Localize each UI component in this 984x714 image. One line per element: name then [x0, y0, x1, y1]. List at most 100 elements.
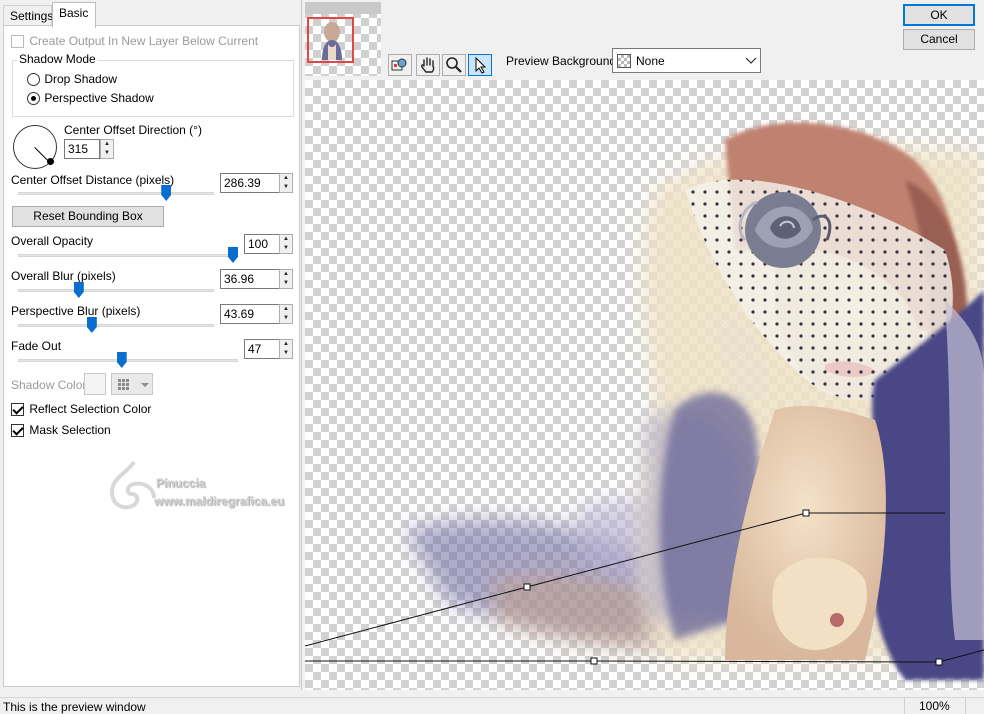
mask-selection-label: Mask Selection	[29, 423, 111, 437]
status-text: This is the preview window	[3, 700, 146, 714]
watermark-name: Pinuccia	[156, 476, 206, 490]
shadow-color-swatch[interactable]	[84, 373, 106, 395]
spin-down-icon[interactable]: ▼	[280, 314, 292, 323]
create-output-row[interactable]: Create Output In New Layer Below Current	[11, 34, 259, 49]
tab-basic[interactable]: Basic	[52, 2, 96, 28]
spin-up-icon[interactable]: ▲	[280, 270, 292, 279]
drop-shadow-radio[interactable]	[27, 73, 40, 87]
overall-blur-spinner[interactable]: ▲ ▼	[279, 269, 293, 289]
perspective-blur-field[interactable]	[220, 304, 280, 324]
overall-opacity-field[interactable]	[244, 234, 280, 254]
center-offset-direction-spinner[interactable]: ▲ ▼	[100, 139, 114, 159]
cancel-button[interactable]: Cancel	[903, 29, 975, 50]
center-offset-distance-slider[interactable]	[161, 185, 172, 201]
navigate-icon	[391, 58, 407, 71]
overall-blur-field[interactable]	[220, 269, 280, 289]
perspective-blur-spinner[interactable]: ▲ ▼	[279, 304, 293, 324]
reflect-selection-color-checkbox[interactable]	[11, 403, 24, 417]
center-offset-direction-label: Center Offset Direction (°)	[64, 123, 202, 137]
drop-shadow-label: Drop Shadow	[44, 72, 118, 86]
center-offset-distance-field[interactable]	[220, 173, 280, 193]
direction-dial[interactable]	[13, 125, 57, 169]
spin-down-icon[interactable]: ▼	[280, 279, 292, 288]
ok-button[interactable]: OK	[903, 4, 975, 26]
fade-out-track[interactable]	[18, 359, 238, 362]
center-offset-distance-spinner[interactable]: ▲ ▼	[279, 173, 293, 193]
settings-panel: Settings Basic Create Output In New Laye…	[0, 0, 302, 690]
pointer-tool-button[interactable]	[468, 54, 492, 76]
palette-grid-icon	[118, 379, 149, 390]
spin-down-icon[interactable]: ▼	[101, 149, 113, 158]
fade-out-field[interactable]	[244, 339, 280, 359]
overall-opacity-input[interactable]	[245, 235, 279, 253]
overall-opacity-spinner[interactable]: ▲ ▼	[279, 234, 293, 254]
preview-background-value: None	[636, 54, 665, 68]
spin-up-icon[interactable]: ▲	[101, 140, 113, 149]
overall-blur-slider[interactable]	[73, 282, 84, 298]
chevron-down-icon	[745, 57, 757, 64]
navigator-thumbnail-top	[305, 2, 381, 14]
reflect-selection-color-label: Reflect Selection Color	[29, 402, 152, 416]
overall-blur-input[interactable]	[221, 270, 279, 288]
mask-selection-row[interactable]: Mask Selection	[11, 423, 111, 438]
watermark-url: www.maldiregrafica.eu	[154, 494, 285, 508]
perspective-blur-input[interactable]	[221, 305, 279, 323]
magnifier-icon	[446, 57, 462, 73]
zoom-tool-button[interactable]	[442, 54, 466, 76]
zoom-level: 100%	[919, 699, 950, 713]
spin-up-icon[interactable]: ▲	[280, 235, 292, 244]
reflect-selection-color-row[interactable]: Reflect Selection Color	[11, 402, 152, 417]
center-offset-direction-field[interactable]	[64, 139, 100, 159]
background-swatch-icon	[617, 54, 631, 68]
overall-blur-label: Overall Blur (pixels)	[11, 269, 116, 283]
shadow-mode-title: Shadow Mode	[17, 52, 98, 66]
spin-up-icon[interactable]: ▲	[280, 305, 292, 314]
radio-drop-shadow[interactable]: Drop Shadow	[27, 72, 118, 87]
watermark: Pinuccia www.maldiregrafica.eu	[104, 456, 314, 516]
perspective-shadow-label: Perspective Shadow	[44, 91, 154, 105]
hand-icon	[421, 57, 435, 73]
spin-down-icon[interactable]: ▼	[280, 244, 292, 253]
spin-down-icon[interactable]: ▼	[280, 183, 292, 192]
create-output-checkbox[interactable]	[11, 35, 24, 49]
pointer-arrow-icon	[475, 56, 487, 74]
status-zoom: 100%	[904, 697, 966, 714]
overall-opacity-label: Overall Opacity	[11, 234, 94, 248]
overall-blur-track[interactable]	[18, 289, 214, 292]
fade-out-label: Fade Out	[11, 339, 62, 353]
navigator-viewport-frame[interactable]	[307, 17, 354, 63]
perspective-blur-slider[interactable]	[86, 317, 97, 333]
preview-background-select[interactable]: None	[612, 48, 761, 73]
overall-opacity-track[interactable]	[18, 254, 238, 257]
preview-image	[305, 122, 984, 680]
reset-bounding-box-button[interactable]: Reset Bounding Box	[12, 206, 164, 227]
preview-background-label: Preview Background:	[506, 54, 620, 68]
fade-out-slider[interactable]	[116, 352, 127, 368]
center-offset-distance-label: Center Offset Distance (pixels)	[11, 173, 175, 187]
center-offset-distance-track[interactable]	[18, 192, 214, 195]
spin-up-icon[interactable]: ▲	[280, 174, 292, 183]
basic-tab-content: Create Output In New Layer Below Current…	[3, 25, 300, 687]
radio-perspective-shadow[interactable]: Perspective Shadow	[27, 91, 154, 106]
shadow-color-picker-button[interactable]	[111, 373, 153, 395]
center-offset-direction-input[interactable]	[65, 140, 99, 158]
tab-settings[interactable]: Settings	[3, 5, 53, 27]
mask-selection-checkbox[interactable]	[11, 424, 24, 438]
center-offset-distance-input[interactable]	[221, 174, 279, 192]
spin-down-icon[interactable]: ▼	[280, 349, 292, 358]
shadow-color-label: Shadow Color	[11, 378, 87, 392]
perspective-blur-label: Perspective Blur (pixels)	[11, 304, 141, 318]
perspective-shadow-radio[interactable]	[27, 92, 40, 106]
pan-zoom-tool-button[interactable]	[388, 54, 412, 76]
fade-out-spinner[interactable]: ▲ ▼	[279, 339, 293, 359]
spin-up-icon[interactable]: ▲	[280, 340, 292, 349]
perspective-blur-track[interactable]	[18, 324, 214, 327]
shadow-mode-group	[12, 60, 294, 117]
create-output-label: Create Output In New Layer Below Current	[29, 34, 259, 48]
overall-opacity-slider[interactable]	[228, 247, 238, 263]
hand-tool-button[interactable]	[416, 54, 440, 76]
fade-out-input[interactable]	[245, 340, 279, 358]
preview-canvas[interactable]	[305, 80, 984, 690]
direction-handle[interactable]	[47, 158, 54, 165]
status-bar: This is the preview window	[0, 697, 984, 714]
